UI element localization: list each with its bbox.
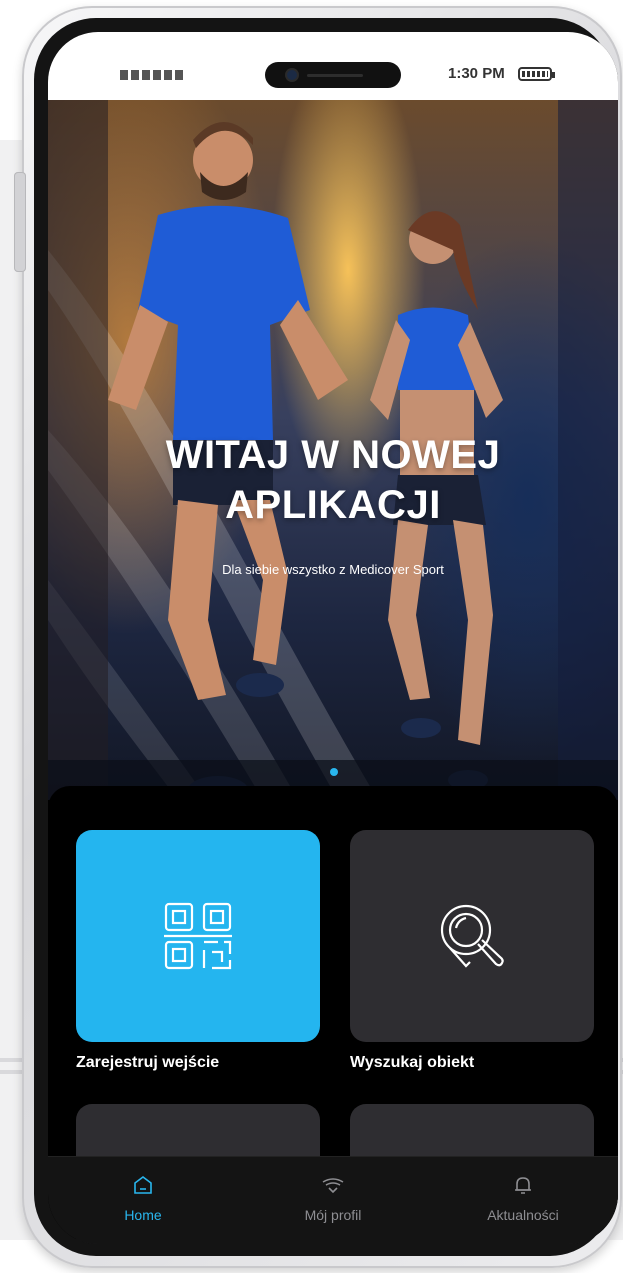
signal-icon bbox=[120, 70, 183, 80]
battery-icon bbox=[518, 67, 555, 81]
search-location-icon bbox=[440, 904, 504, 968]
camera-icon bbox=[287, 70, 297, 80]
register-entry-label[interactable]: Zarejestruj wejście bbox=[76, 1054, 219, 1072]
status-bar: 1:30 PM bbox=[48, 32, 618, 100]
home-icon bbox=[134, 1176, 152, 1194]
hero-title-line: APLIKACJI bbox=[225, 483, 441, 527]
nav-item-home[interactable]: Home bbox=[48, 1157, 238, 1244]
speaker-grille bbox=[307, 74, 363, 77]
carousel-indicator-dot[interactable] bbox=[330, 768, 338, 776]
bell-icon bbox=[515, 1177, 531, 1194]
qr-code-icon bbox=[164, 902, 232, 970]
search-facility-label[interactable]: Wyszukaj obiekt bbox=[350, 1054, 474, 1072]
status-time: 1:30 PM bbox=[448, 65, 505, 82]
search-facility-tile[interactable] bbox=[350, 830, 594, 1042]
camera-notch bbox=[265, 62, 401, 88]
phone-side-button bbox=[14, 172, 26, 272]
nav-item-news[interactable]: Aktualności bbox=[428, 1157, 618, 1244]
hero-title: WITAJ W NOWEJ APLIKACJI bbox=[48, 430, 618, 530]
hero-banner[interactable]: WITAJ W NOWEJ APLIKACJI Dla siebie wszys… bbox=[48, 100, 618, 800]
register-entry-tile[interactable] bbox=[76, 830, 320, 1042]
nav-label-news: Aktualności bbox=[487, 1207, 559, 1223]
nav-label-profile: Mój profil bbox=[304, 1207, 362, 1223]
hero-title-line: WITAJ W NOWEJ bbox=[165, 433, 501, 477]
nav-label-home: Home bbox=[124, 1207, 162, 1223]
hero-subtitle: Dla siebie wszystko z Medicover Sport bbox=[222, 562, 444, 577]
phone-screen: 1:30 PM WITAJ W NOWEJ APLIKACJI Dla sieb… bbox=[48, 32, 618, 1244]
nav-item-profile[interactable]: Mój profil bbox=[238, 1157, 428, 1244]
bottom-navigation: Home Mój profil Aktualności bbox=[48, 1156, 618, 1244]
profile-icon bbox=[322, 1178, 344, 1194]
